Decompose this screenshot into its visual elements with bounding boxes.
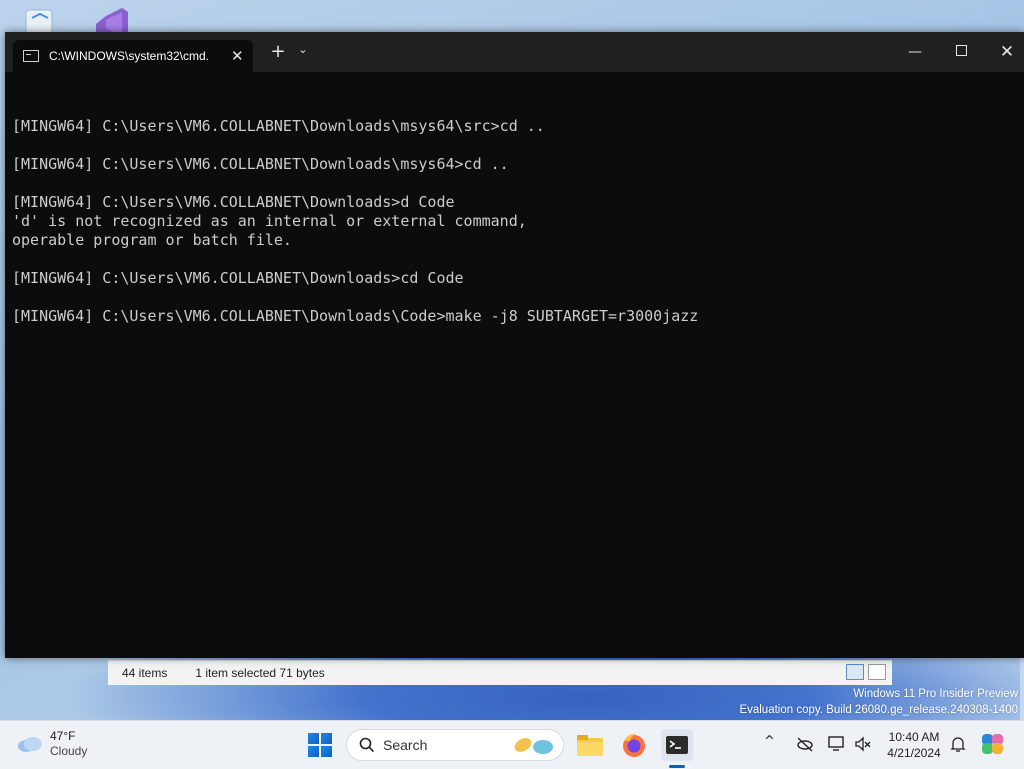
- details-view-button[interactable]: [846, 664, 864, 680]
- notification-bell-icon[interactable]: [948, 734, 968, 754]
- console-line: [MINGW64] C:\Users\VM6.COLLABNET\Downloa…: [12, 307, 699, 325]
- terminal-tab-bar[interactable]: C:\WINDOWS\system32\cmd. ✕ + ⌄ — ✕: [5, 32, 1024, 72]
- terminal-icon: [666, 736, 688, 754]
- start-tile: [321, 733, 332, 744]
- tiles-view-button[interactable]: [868, 664, 886, 680]
- console-line: operable program or batch file.: [12, 231, 292, 249]
- close-tab-icon[interactable]: ✕: [231, 47, 244, 65]
- new-tab-button[interactable]: +: [267, 41, 289, 62]
- watermark-line1: Windows 11 Pro Insider Preview: [853, 688, 1018, 700]
- start-tile: [321, 746, 332, 757]
- start-tile: [308, 733, 319, 744]
- selection-info: 1 item selected 71 bytes: [195, 666, 325, 680]
- copilot-icon[interactable]: [980, 731, 1006, 757]
- search-highlight-icon: [514, 738, 553, 754]
- tab-cmd[interactable]: C:\WINDOWS\system32\cmd. ✕: [13, 40, 253, 72]
- terminal-window[interactable]: C:\WINDOWS\system32\cmd. ✕ + ⌄ — ✕ [MING…: [5, 32, 1024, 658]
- terminal-taskbar-button[interactable]: [661, 729, 693, 761]
- console-output[interactable]: [MINGW64] C:\Users\VM6.COLLABNET\Downloa…: [12, 98, 1024, 326]
- start-tile: [308, 746, 319, 757]
- cmd-icon: [23, 50, 39, 62]
- weather-condition: Cloudy: [50, 744, 88, 758]
- weather-temp: 47°F: [50, 729, 76, 743]
- tab-title: C:\WINDOWS\system32\cmd.: [49, 49, 210, 63]
- tab-dropdown-button[interactable]: ⌄: [295, 43, 311, 56]
- explorer-status-bar: 44 items 1 item selected 71 bytes: [108, 660, 892, 685]
- search-icon: [359, 737, 375, 753]
- close-window-button[interactable]: ✕: [990, 40, 1024, 64]
- console-line: [MINGW64] C:\Users\VM6.COLLABNET\Downloa…: [12, 155, 509, 173]
- cloud-icon: [18, 737, 42, 752]
- volume-muted-icon[interactable]: [853, 734, 873, 754]
- minimize-button[interactable]: —: [898, 40, 932, 64]
- file-explorer-icon[interactable]: [574, 729, 606, 761]
- network-offline-icon[interactable]: [795, 734, 815, 754]
- taskbar: 47°F Cloudy Search ^ 10:40 AM 4/21/2024: [0, 720, 1024, 769]
- watermark-line2: Evaluation copy. Build 26080.ge_release.…: [739, 704, 1018, 716]
- console-line: 'd' is not recognized as an internal or …: [12, 212, 527, 230]
- windows-watermark: Windows 11 Pro Insider Preview Evaluatio…: [739, 686, 1018, 718]
- console-line: [MINGW64] C:\Users\VM6.COLLABNET\Downloa…: [12, 269, 464, 287]
- console-line: [MINGW64] C:\Users\VM6.COLLABNET\Downloa…: [12, 193, 455, 211]
- firefox-icon[interactable]: [618, 729, 650, 761]
- display-icon[interactable]: [827, 734, 847, 754]
- taskbar-search[interactable]: Search: [346, 729, 564, 761]
- maximize-button[interactable]: [944, 40, 978, 64]
- maximize-icon: [955, 45, 967, 56]
- items-count: 44 items: [122, 666, 168, 680]
- clock[interactable]: 10:40 AM 4/21/2024: [874, 729, 954, 761]
- console-line: [MINGW64] C:\Users\VM6.COLLABNET\Downloa…: [12, 117, 545, 135]
- search-label: Search: [383, 737, 428, 753]
- clock-time: 10:40 AM: [888, 730, 940, 744]
- show-hidden-icons-chevron[interactable]: ^: [764, 734, 775, 749]
- start-button[interactable]: [308, 733, 332, 757]
- clock-date: 4/21/2024: [887, 746, 941, 760]
- weather-widget[interactable]: 47°F Cloudy: [16, 729, 87, 759]
